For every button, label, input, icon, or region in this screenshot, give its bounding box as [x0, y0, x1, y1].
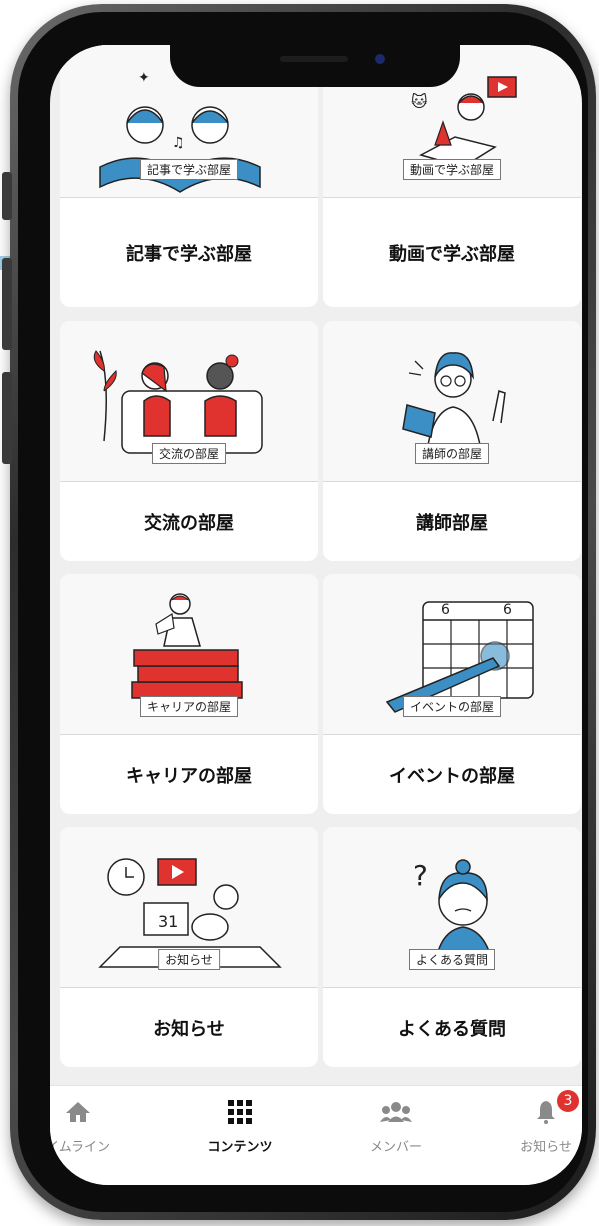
tab-news[interactable]: 3 お知らせ [486, 1090, 582, 1155]
card-title: 動画で学ぶ部屋 [389, 243, 515, 265]
card-image-label: キャリアの部屋 [139, 696, 239, 717]
news-illustration: 31 お知らせ [60, 827, 318, 987]
card-image-label: 記事で学ぶ部屋 [139, 159, 239, 180]
svg-text:✦: ✦ [138, 70, 150, 86]
phone-screen: ✦ ☆ ♫ 記事で学ぶ部屋 記事で学ぶ部屋 🐱 [50, 45, 582, 1185]
card-title: 交流の部屋 [144, 512, 234, 534]
tab-label: コンテンツ [207, 1140, 273, 1155]
card-exchange-room[interactable]: 交流の部屋 交流の部屋 [60, 321, 318, 561]
card-title: 講師部屋 [416, 512, 488, 534]
exchange-room-illustration: 交流の部屋 [60, 321, 318, 481]
tab-members[interactable]: メンバー [336, 1098, 456, 1155]
speaker [280, 56, 348, 62]
tab-timeline[interactable]: イムライン [50, 1098, 138, 1155]
card-image-label: よくある質問 [408, 949, 496, 970]
card-image-label: お知らせ [158, 949, 220, 970]
svg-text:♫: ♫ [172, 135, 185, 151]
notification-badge: 3 [557, 1090, 579, 1112]
card-image-label: 動画で学ぶ部屋 [402, 159, 502, 180]
tab-label: お知らせ [520, 1140, 572, 1155]
card-news[interactable]: 31 お知らせ お知らせ [60, 827, 318, 1067]
home-icon [50, 1098, 138, 1126]
tab-label: メンバー [369, 1140, 422, 1155]
card-title: キャリアの部屋 [126, 765, 252, 787]
notch [170, 45, 460, 87]
card-event-room[interactable]: 6 6 イベントの部屋 イベントの部屋 [323, 574, 581, 814]
svg-text:🐱: 🐱 [411, 92, 428, 111]
mute-switch [2, 172, 12, 220]
card-career-room[interactable]: キャリアの部屋 キャリアの部屋 [60, 574, 318, 814]
card-title: お知らせ [153, 1018, 225, 1040]
card-image-label: 交流の部屋 [151, 443, 227, 464]
grid-icon [180, 1098, 300, 1126]
card-instructor-room[interactable]: 講師の部屋 講師部屋 [323, 321, 581, 561]
career-room-illustration: キャリアの部屋 [60, 574, 318, 734]
front-camera [375, 54, 385, 64]
bottom-tab-bar: イムライン コンテンツ メンバー 3 お知らせ [50, 1085, 582, 1185]
card-title: よくある質問 [398, 1018, 506, 1040]
card-image-label: 講師の部屋 [414, 443, 490, 464]
svg-text:6: 6 [503, 602, 512, 618]
card-title: イベントの部屋 [389, 765, 515, 787]
svg-text:31: 31 [158, 912, 178, 931]
volume-down-button [2, 372, 12, 464]
card-faq[interactable]: ? よくある質問 よくある質問 [323, 827, 581, 1067]
users-icon [336, 1098, 456, 1126]
instructor-room-illustration: 講師の部屋 [323, 321, 581, 481]
event-room-illustration: 6 6 イベントの部屋 [323, 574, 581, 734]
card-image-label: イベントの部屋 [402, 696, 502, 717]
volume-up-button [2, 258, 12, 350]
card-title: 記事で学ぶ部屋 [126, 243, 252, 265]
tab-contents[interactable]: コンテンツ [180, 1098, 300, 1155]
svg-text:?: ? [413, 859, 428, 892]
tab-label: イムライン [50, 1140, 111, 1155]
svg-text:6: 6 [441, 602, 450, 618]
faq-illustration: ? よくある質問 [323, 827, 581, 987]
